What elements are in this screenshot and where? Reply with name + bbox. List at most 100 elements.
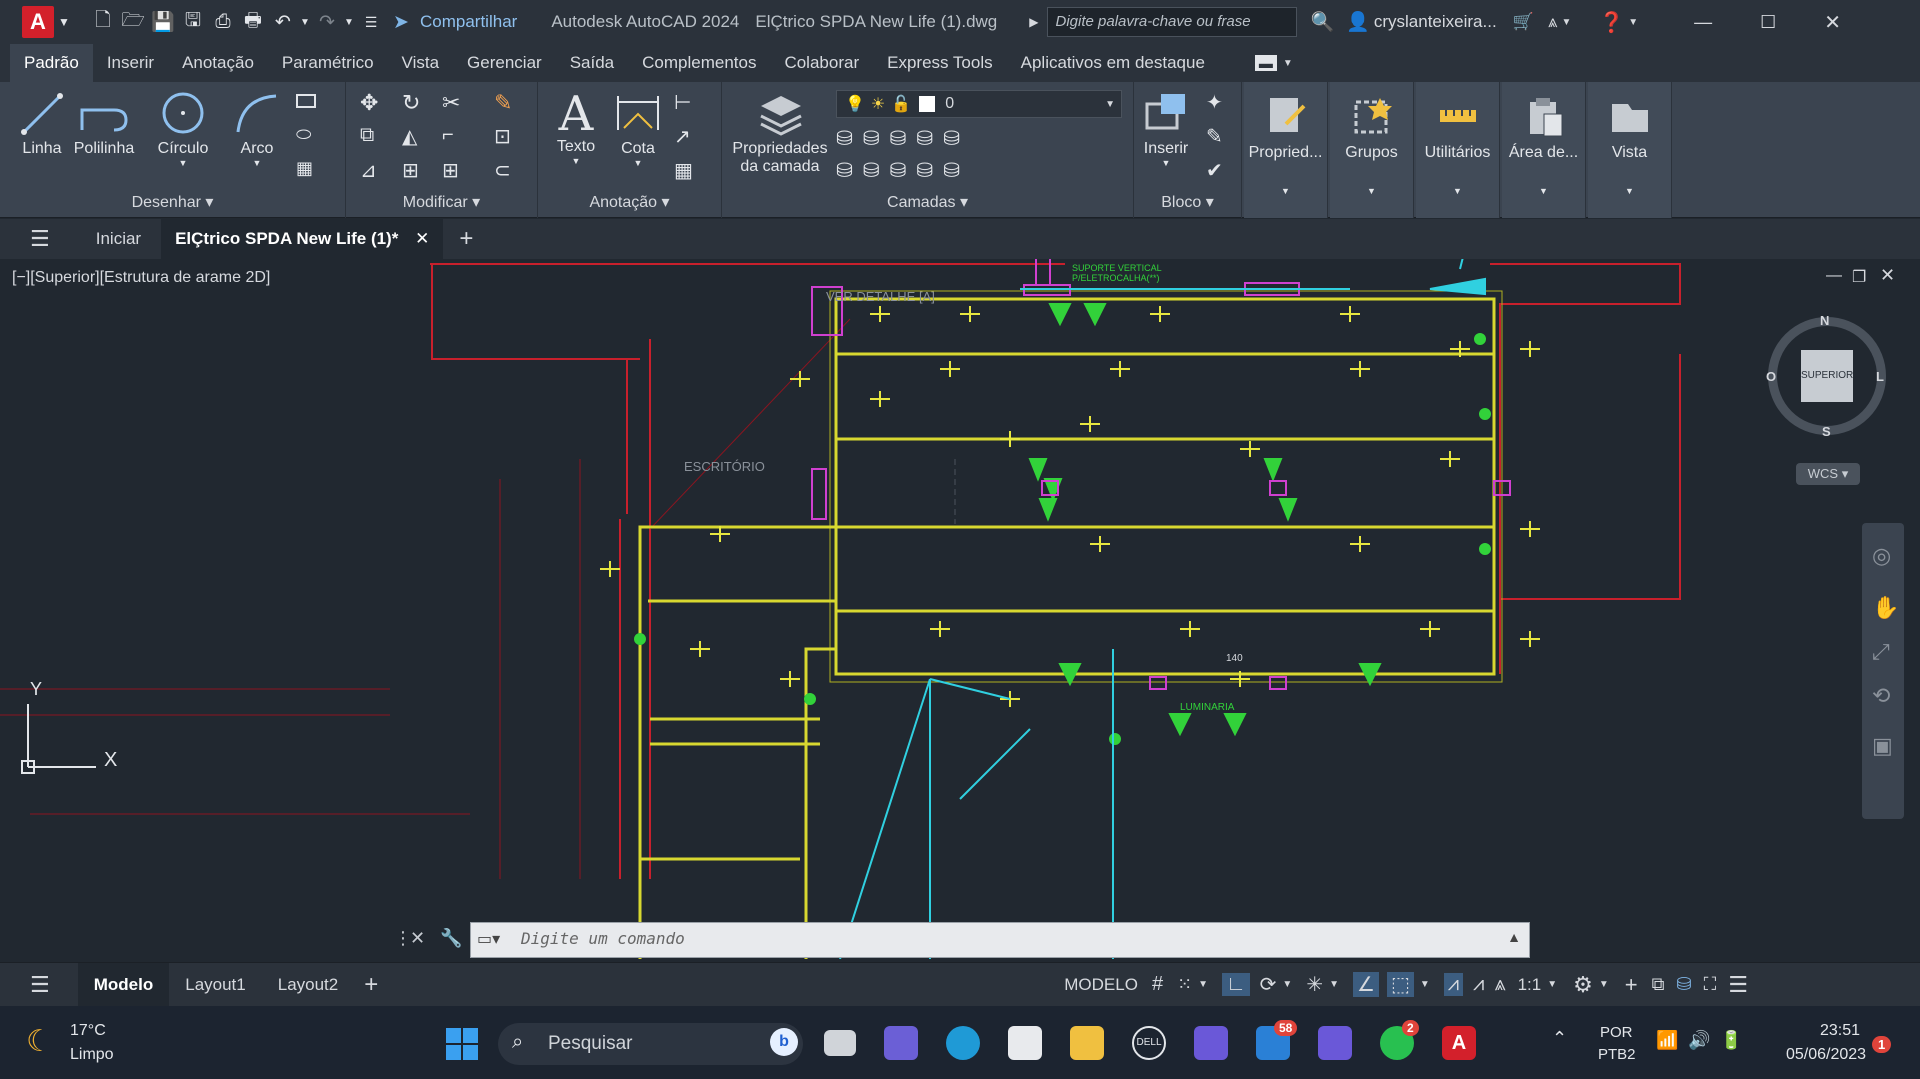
close-icon[interactable]: ✕ <box>1824 10 1841 35</box>
create-block-icon[interactable]: ✦ <box>1206 90 1230 114</box>
tab-vista[interactable]: Vista <box>388 44 454 82</box>
hamburger-menu-icon[interactable]: ☰ <box>30 226 50 252</box>
layer-tool-icon[interactable]: ⛁ <box>863 158 880 183</box>
tab-anotacao[interactable]: Anotação <box>168 44 268 82</box>
fillet-icon[interactable]: ⌐ <box>442 124 466 148</box>
tab-layout2[interactable]: Layout2 <box>262 963 355 1007</box>
annotation-scale-icon[interactable]: ⩓ <box>1494 973 1505 996</box>
undo-icon[interactable]: ↶ <box>268 11 298 34</box>
snap-icon[interactable]: ⁙ <box>1177 974 1192 995</box>
wifi-icon[interactable]: 📶 <box>1656 1030 1678 1051</box>
showmotion-icon[interactable]: ▣ <box>1872 733 1893 759</box>
offset-icon[interactable]: ⊂ <box>494 158 518 182</box>
start-tab[interactable]: Iniciar <box>96 229 141 249</box>
tab-layout1[interactable]: Layout1 <box>169 963 262 1007</box>
cart-icon[interactable]: 🛒 <box>1513 12 1534 32</box>
layer-tool-icon[interactable]: ⛁ <box>916 126 933 151</box>
command-history-icon[interactable]: ▭▾ <box>477 929 500 949</box>
customization-menu-icon[interactable]: ☰ <box>1728 972 1748 998</box>
share-button[interactable]: Compartilhar <box>420 12 517 32</box>
save-as-icon[interactable]: 🖫 <box>178 6 208 38</box>
utilities-panel-button[interactable]: Utilitários ▼ <box>1416 82 1500 218</box>
clean-screen-icon[interactable]: ⛶ <box>1704 974 1717 995</box>
viewport-minimize-icon[interactable]: — <box>1826 267 1842 285</box>
block-panel-title[interactable]: Bloco ▾ <box>1134 192 1241 212</box>
object-snap-dropdown-icon[interactable]: ▼ <box>1420 979 1430 990</box>
annotation-scale-value[interactable]: 1:1 <box>1518 975 1542 995</box>
language-line1[interactable]: POR <box>1600 1024 1633 1041</box>
hatch-icon[interactable]: ⬭ <box>296 124 320 148</box>
command-input[interactable]: Digite um comando <box>521 929 1421 953</box>
explode-icon[interactable]: ⊡ <box>494 124 518 148</box>
drawing-area[interactable]: [−][Superior][Estrutura de arame 2D] Y X… <box>0 259 1920 959</box>
viewcube-west[interactable]: O <box>1766 369 1776 384</box>
open-folder-icon[interactable]: 🗁 <box>118 6 148 38</box>
redo-dropdown-icon[interactable]: ▼ <box>342 17 356 28</box>
account-dropdown-icon[interactable]: ▼ <box>1561 17 1571 28</box>
linear-dim-icon[interactable]: ⊢ <box>674 90 698 114</box>
ortho-icon[interactable]: ∟ <box>1222 973 1250 996</box>
customize-toolbar-icon[interactable]: ☰ <box>356 14 386 31</box>
autocad-taskbar-icon[interactable]: A <box>1442 1026 1476 1060</box>
polyline-button[interactable]: Polilinha <box>68 90 140 158</box>
groups-panel-button[interactable]: Grupos ▼ <box>1330 82 1414 218</box>
isodraft-dropdown-icon[interactable]: ▼ <box>1329 979 1339 990</box>
viewcube-top-face[interactable]: SUPERIOR <box>1801 350 1853 402</box>
save-icon[interactable]: 💾 <box>148 10 178 34</box>
user-name[interactable]: cryslanteixeira... <box>1374 12 1497 32</box>
new-file-icon[interactable]: 🗋 <box>88 6 118 38</box>
layer-tool-icon[interactable]: ⛁ <box>863 126 880 151</box>
workspace-dropdown-icon[interactable]: ▼ <box>1599 979 1609 990</box>
snap-dropdown-icon[interactable]: ▼ <box>1198 979 1208 990</box>
new-layout-icon[interactable]: + <box>364 971 378 999</box>
tab-complementos[interactable]: Complementos <box>628 44 770 82</box>
weather-temp[interactable]: 17°C <box>70 1022 106 1040</box>
properties-panel-button[interactable]: Propried... ▼ <box>1244 82 1328 218</box>
text-button[interactable]: A Texto ▼ <box>548 86 604 166</box>
scale-icon[interactable]: ⊞ <box>402 158 426 182</box>
layout-menu-icon[interactable]: ☰ <box>30 972 50 998</box>
move-icon[interactable]: ✥ <box>360 90 384 115</box>
workspace-gear-icon[interactable]: ⚙ <box>1573 972 1593 998</box>
auto-scale-icon[interactable]: ⩘ <box>1473 973 1484 996</box>
help-dropdown-icon[interactable]: ▼ <box>1628 17 1638 28</box>
line-button[interactable]: Linha <box>18 90 66 158</box>
taskbar-search-input[interactable]: Pesquisar <box>498 1023 803 1065</box>
layer-tool-icon[interactable]: ⛁ <box>836 158 853 183</box>
quick-properties-icon[interactable]: ⛁ <box>1677 974 1692 995</box>
viewcube-north[interactable]: N <box>1820 313 1829 328</box>
modify-panel-title[interactable]: Modificar ▾ <box>346 192 537 212</box>
publish-icon[interactable]: ⎙ <box>208 11 238 33</box>
layer-tool-icon[interactable]: ⛁ <box>890 158 907 183</box>
tab-parametrico[interactable]: Paramétrico <box>268 44 388 82</box>
clock-time[interactable]: 23:51 <box>1820 1022 1860 1040</box>
layer-tool-icon[interactable]: ⛁ <box>916 158 933 183</box>
array-icon[interactable]: ⊞ <box>442 158 466 182</box>
dimension-dropdown-icon[interactable]: ▼ <box>610 158 666 168</box>
edit-block-icon[interactable]: ✎ <box>1206 124 1230 148</box>
weather-desc[interactable]: Limpo <box>70 1046 114 1064</box>
weather-moon-icon[interactable]: ☾ <box>26 1024 53 1059</box>
share-icon[interactable]: ➤ <box>386 11 416 34</box>
viewport-restore-icon[interactable]: ❐ <box>1852 267 1866 287</box>
circle-button[interactable]: Círculo ▼ <box>148 90 218 168</box>
mirror-icon[interactable]: ◭ <box>402 124 426 148</box>
draw-panel-title[interactable]: Desenhar ▾ <box>0 192 345 212</box>
copy-icon[interactable]: ⧉ <box>360 124 384 148</box>
units-icon[interactable]: ⧉ <box>1652 974 1665 995</box>
dimension-button[interactable]: Cota ▼ <box>610 90 666 168</box>
tab-padrao[interactable]: Padrão <box>10 44 93 82</box>
volume-icon[interactable]: 🔊 <box>1688 1030 1710 1051</box>
search-icon[interactable]: 🔍 <box>1311 10 1335 34</box>
windows-start-icon[interactable] <box>446 1028 478 1060</box>
table-icon[interactable]: ▦ <box>674 158 698 182</box>
steering-wheel-icon[interactable]: ◎ <box>1872 543 1891 569</box>
tab-express-tools[interactable]: Express Tools <box>873 44 1007 82</box>
annotation-visibility-icon[interactable]: ⩘ <box>1443 973 1464 996</box>
ribbon-toggle-icon[interactable]: ▬ <box>1254 55 1277 71</box>
command-customize-icon[interactable]: 🔧 <box>440 928 462 949</box>
user-icon[interactable]: 👤 <box>1346 10 1370 34</box>
scale-dropdown-icon[interactable]: ▼ <box>1547 979 1557 990</box>
trim-icon[interactable]: ✂ <box>442 90 466 115</box>
layer-tool-icon[interactable]: ⛁ <box>943 158 960 183</box>
